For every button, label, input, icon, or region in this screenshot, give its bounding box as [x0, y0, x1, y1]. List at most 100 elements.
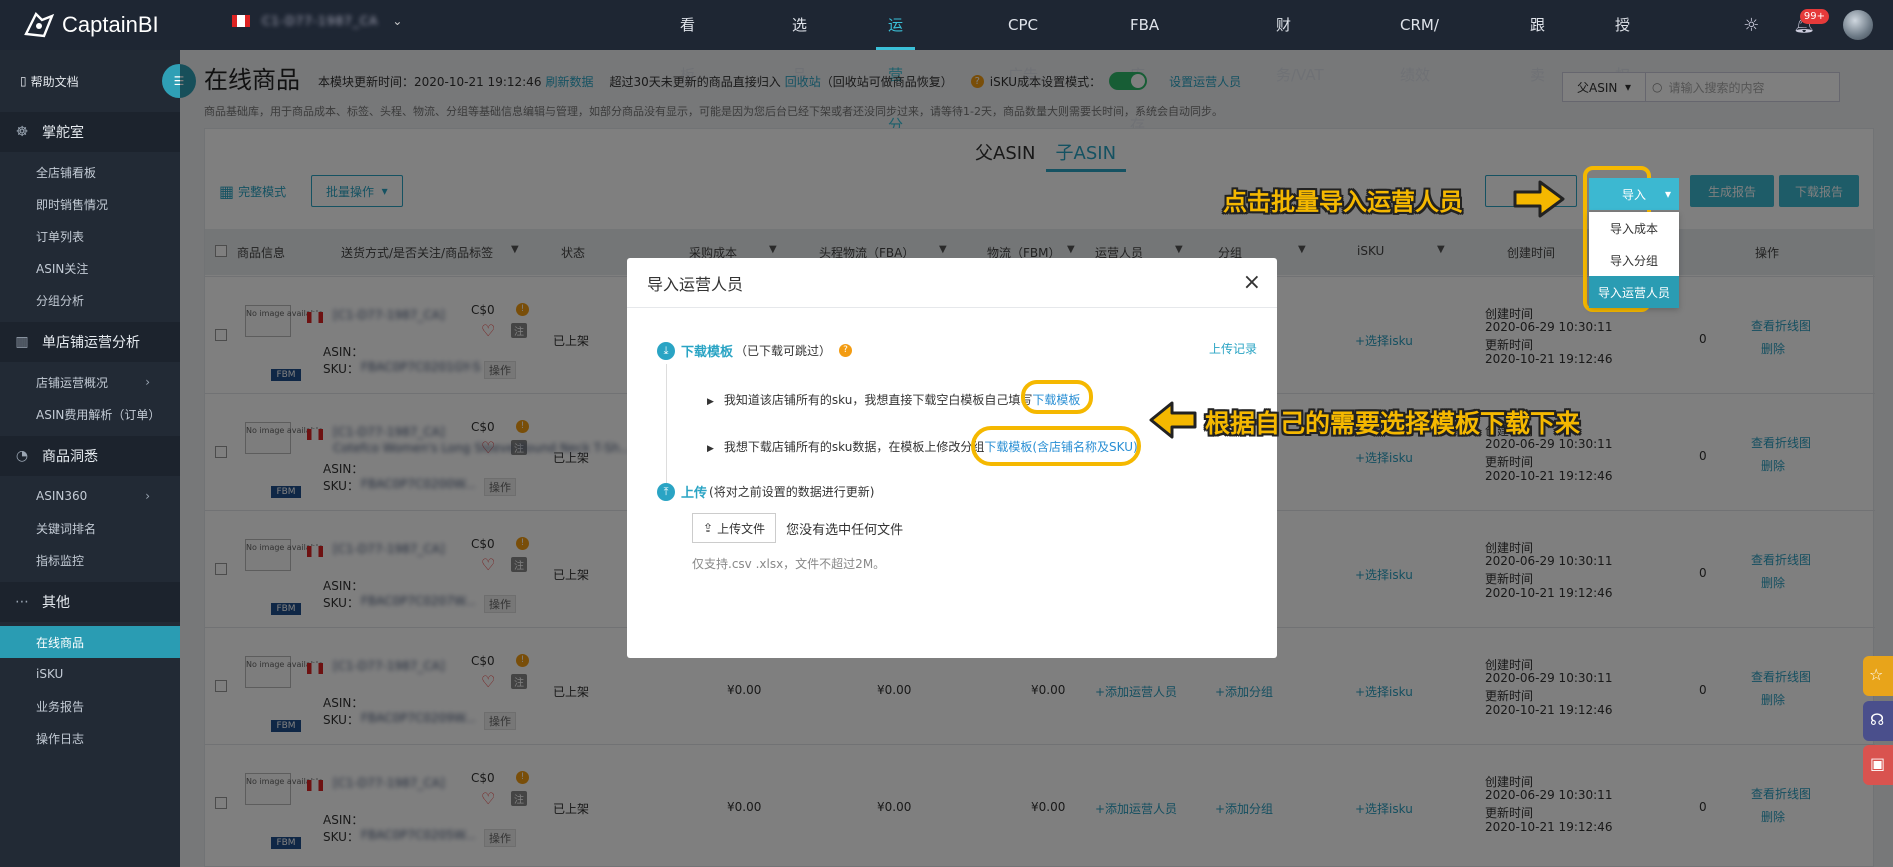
sidebar-item-3-0[interactable]: 在线商品: [0, 626, 180, 658]
sidebar-item-2-1[interactable]: 关键词排名: [0, 512, 180, 544]
avatar[interactable]: [1843, 10, 1873, 40]
sidebar-item-label: 店铺运营概况: [36, 375, 109, 390]
download-note: （已下载可跳过）: [735, 344, 832, 358]
sidebar-group-label: 单店铺运营分析: [42, 335, 140, 351]
sidebar-group-icon: ⋯: [15, 594, 29, 610]
sidebar-item-label: iSKU: [36, 667, 64, 681]
nav-item-7[interactable]: 跟卖: [1530, 0, 1545, 84]
step-connector: [666, 364, 667, 488]
shop-selector[interactable]: C1-D77-1987_CA ⌄: [232, 14, 402, 28]
sidebar-group-3[interactable]: ⋯ 其他: [0, 582, 180, 622]
help-icon[interactable]: ?: [839, 344, 853, 357]
template-tip: 根据自己的需要选择模板下载下来: [1205, 409, 1581, 438]
chevron-down-icon: ⌄: [392, 14, 403, 28]
sidebar-item-label: 指标监控: [36, 553, 85, 568]
arrow-left-icon: [1149, 401, 1197, 439]
menu-import-group[interactable]: 导入分组: [1589, 244, 1679, 276]
import-button[interactable]: 导入 ▾: [1589, 178, 1679, 210]
upload-file-button[interactable]: ⇪ 上传文件: [692, 513, 777, 543]
sidebar-item-2-0[interactable]: ASIN360 ›: [0, 480, 180, 512]
download-icon: ⤓: [657, 341, 675, 360]
sidebar-item-label: 分组分析: [36, 293, 85, 308]
template-2-highlight: [971, 426, 1141, 466]
bell-icon[interactable]: 🔔︎ 99+: [1793, 9, 1829, 35]
sidebar-item-0-0[interactable]: 全店铺看板: [0, 156, 180, 188]
float-support-icon[interactable]: ☊: [1863, 701, 1893, 741]
sidebar-item-3-1[interactable]: iSKU: [0, 658, 180, 690]
upload-icon: ⤒: [657, 482, 675, 501]
nav-item-6[interactable]: CRM/绩效: [1400, 0, 1439, 84]
upload-row: ⇪ 上传文件 您没有选中任何文件: [692, 513, 903, 543]
top-bar: CaptainBI C1-D77-1987_CA ⌄ 看板 选品 运营分析 CPC广告…: [0, 0, 1893, 234]
nav-item-3[interactable]: CPC广告: [1008, 0, 1038, 84]
import-label: 导入: [1621, 187, 1646, 202]
sidebar-group-icon: ◔: [15, 448, 29, 464]
sidebar-item-0-3[interactable]: ASIN关注: [0, 252, 180, 284]
sidebar-item-label: ASIN费用解析（订单）: [36, 407, 161, 422]
sidebar-item-label: 业务报告: [36, 699, 85, 714]
nav-item-1[interactable]: 选品: [792, 0, 807, 84]
sidebar-item-0-2[interactable]: 订单列表: [0, 220, 180, 252]
chevron-right-icon: ›: [145, 375, 150, 389]
modal-header: 导入运营人员 ×: [627, 258, 1277, 308]
chevron-right-icon: ›: [145, 489, 150, 503]
sidebar-item-1-1[interactable]: ASIN费用解析（订单）: [0, 398, 180, 430]
caret-down-icon: ▾: [1664, 187, 1671, 201]
doc-icon: ▯: [20, 74, 27, 88]
sidebar-group-icon: ☸: [15, 124, 29, 140]
arrow-right-icon: [1513, 180, 1565, 218]
sidebar-item-1-0[interactable]: 店铺运营概况 ›: [0, 366, 180, 398]
format-note: 仅支持.csv .xlsx，文件不超过2M。: [692, 557, 886, 571]
float-star-icon[interactable]: ☆: [1863, 656, 1893, 696]
nav-item-8[interactable]: 授权: [1615, 0, 1630, 84]
import-ops-modal: 导入运营人员 × ⤓ 下载模板 （已下载可跳过） ? 上传记录 ▶ 我知道该店铺所…: [627, 258, 1277, 658]
logo-text: CaptainBI: [62, 12, 159, 37]
menu-import-ops[interactable]: 导入运营人员: [1589, 276, 1679, 308]
sidebar-group-2[interactable]: ◔ 商品洞悉: [0, 436, 180, 476]
sidebar-group-0[interactable]: ☸ 掌舵室: [0, 112, 180, 152]
sidebar-item-label: 全店铺看板: [36, 165, 97, 180]
sidebar-list: ☸ 掌舵室全店铺看板即时销售情况 订单列表 ASIN关注分组分析 ▥ 单店铺运营分析店铺运…: [0, 112, 180, 760]
canada-flag-icon: [232, 15, 250, 27]
shop-name: C1-D77-1987_CA: [262, 14, 379, 28]
help-docs[interactable]: ▯ 帮助文档 ☰: [0, 50, 196, 112]
sidebar-item-3-3[interactable]: 操作日志: [0, 722, 180, 754]
nav-item-2[interactable]: 运营分析: [875, 0, 916, 184]
upload-icon: ⇪: [703, 521, 714, 535]
sidebar-group-label: 掌舵室: [42, 125, 84, 141]
captain-logo-icon: [24, 11, 55, 38]
no-file-text: 您没有选中任何文件: [786, 522, 904, 538]
nav-item-5[interactable]: 财务/VAT: [1276, 0, 1324, 84]
float-gift-icon[interactable]: ▣: [1863, 745, 1893, 785]
sidebar-item-2-2[interactable]: 指标监控: [0, 544, 180, 576]
sidebar-group-1[interactable]: ▥ 单店铺运营分析: [0, 322, 180, 362]
sidebar-item-3-2[interactable]: 业务报告: [0, 690, 180, 722]
sidebar-item-0-1[interactable]: 即时销售情况: [0, 188, 180, 220]
sidebar-item-label: 关键词排名: [36, 521, 97, 536]
upload-file-label: 上传文件: [717, 521, 766, 536]
menu-import-cost[interactable]: 导入成本: [1589, 212, 1679, 244]
upload-step: ⤒ 上传 (将对之前设置的数据进行更新): [657, 482, 874, 501]
triangle-right-icon: ▶: [707, 444, 714, 454]
upload-note: (将对之前设置的数据进行更新): [709, 485, 875, 499]
logo[interactable]: CaptainBI: [22, 10, 159, 40]
sidebar-group-label: 商品洞悉: [42, 449, 98, 465]
sidebar-item-label: 在线商品: [36, 635, 85, 650]
triangle-right-icon: ▶: [707, 397, 714, 407]
template-1-highlight: [1021, 380, 1093, 414]
template-option-1-text: 我知道该店铺所有的sku，我想直接下载空白模板自己填写: [723, 393, 1033, 407]
sidebar-item-0-4[interactable]: 分组分析: [0, 284, 180, 316]
nav-item-4[interactable]: FBA库存管理: [1130, 0, 1159, 234]
sidebar-item-label: ASIN360: [36, 489, 88, 503]
import-tip: 点击批量导入运营人员: [1223, 188, 1463, 216]
close-icon[interactable]: ×: [1243, 270, 1261, 295]
sidebar-item-label: 操作日志: [36, 731, 85, 746]
help-docs-label: 帮助文档: [30, 74, 79, 89]
nav-item-0[interactable]: 看板: [680, 0, 695, 84]
download-title: 下载模板: [681, 345, 734, 360]
upload-title: 上传: [681, 486, 708, 501]
theme-icon[interactable]: ☼: [1743, 15, 1759, 36]
download-step: ⤓ 下载模板 （已下载可跳过） ?: [657, 341, 853, 360]
sidebar: ▯ 帮助文档 ☰ ☸ 掌舵室全店铺看板即时销售情况 订单列表 ASIN关注分组分析 ▥ 单…: [0, 50, 196, 867]
upload-history-link[interactable]: 上传记录: [1209, 340, 1257, 357]
